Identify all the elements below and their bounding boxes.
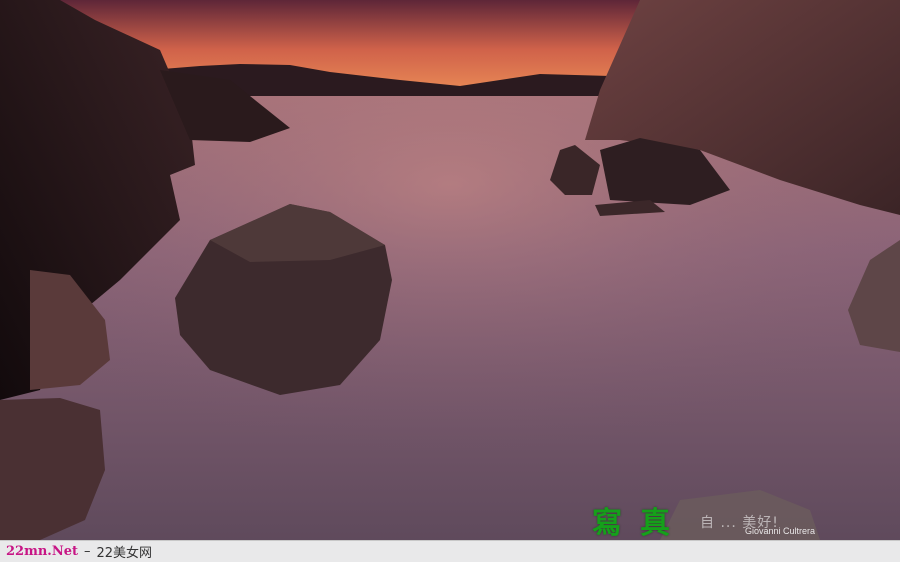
site-name: 22美女网 (96, 546, 153, 561)
sunset-coastline-photo (0, 0, 900, 540)
footer-separator: – (83, 544, 91, 559)
footer-bar: 22mn.Net – 22美女网 (0, 540, 900, 562)
site-url-link[interactable]: 22mn.Net (6, 544, 78, 559)
photographer-credit: Giovanni Cultrera (745, 526, 816, 536)
photo-scene: 寫真 自 ... 美好! Giovanni Cultrera (0, 0, 900, 540)
watermark-chinese: 寫真 (592, 506, 688, 540)
